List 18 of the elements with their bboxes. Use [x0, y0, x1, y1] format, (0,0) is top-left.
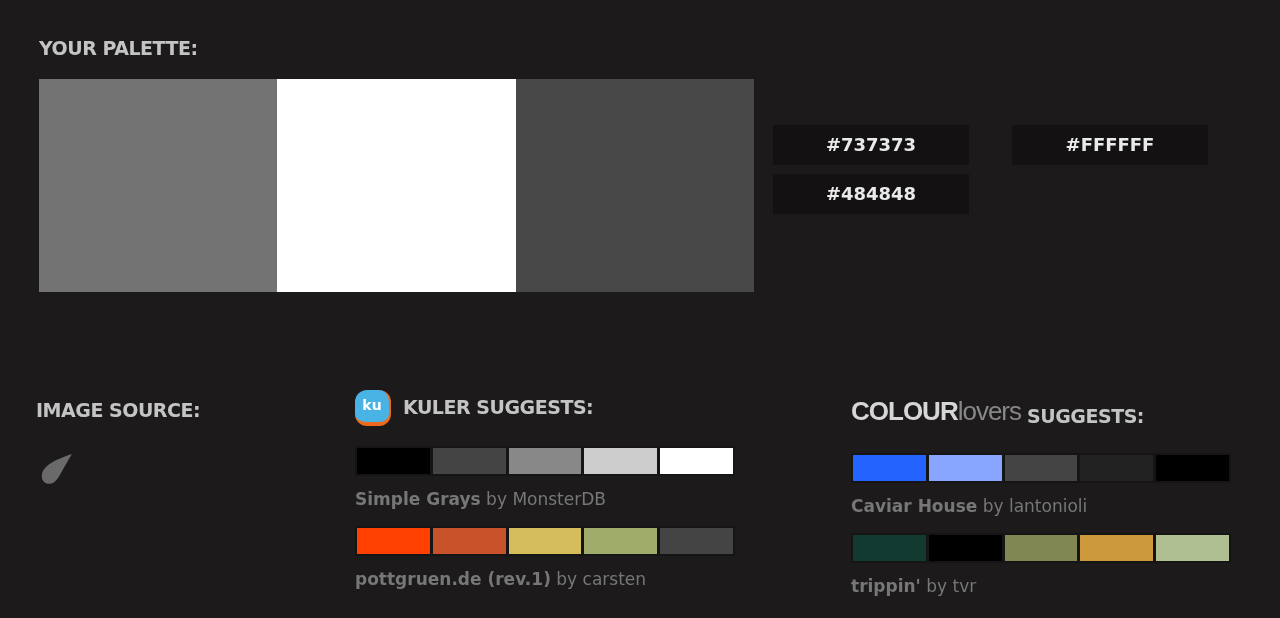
palette-label[interactable]: pottgruen.de (rev.1) by carsten: [355, 567, 851, 593]
section-title: YOUR PALETTE:: [39, 36, 199, 61]
palette-strip[interactable]: [851, 452, 1231, 483]
colourlovers-logo: COLOURlovers: [851, 394, 1022, 428]
hex-code[interactable]: #484848: [773, 173, 969, 214]
palette-label[interactable]: trippin' by tvr: [851, 574, 1231, 600]
hex-code[interactable]: #FFFFFF: [1012, 124, 1208, 165]
palette-strip[interactable]: [355, 445, 735, 476]
hex-code[interactable]: #737373: [773, 124, 969, 165]
section-title: IMAGE SOURCE:: [36, 397, 202, 423]
palette-strip[interactable]: [851, 533, 1231, 563]
section-title: KULER SUGGESTS:: [403, 395, 594, 421]
palette-strip[interactable]: [355, 526, 735, 556]
drop-icon: [40, 454, 74, 486]
kuler-logo: ku: [355, 389, 391, 426]
section-title: SUGGESTS:: [1027, 404, 1144, 429]
palette-label[interactable]: Caviar House by lantonioli: [851, 493, 1231, 519]
palette-label[interactable]: Simple Grays by MonsterDB: [355, 486, 851, 512]
